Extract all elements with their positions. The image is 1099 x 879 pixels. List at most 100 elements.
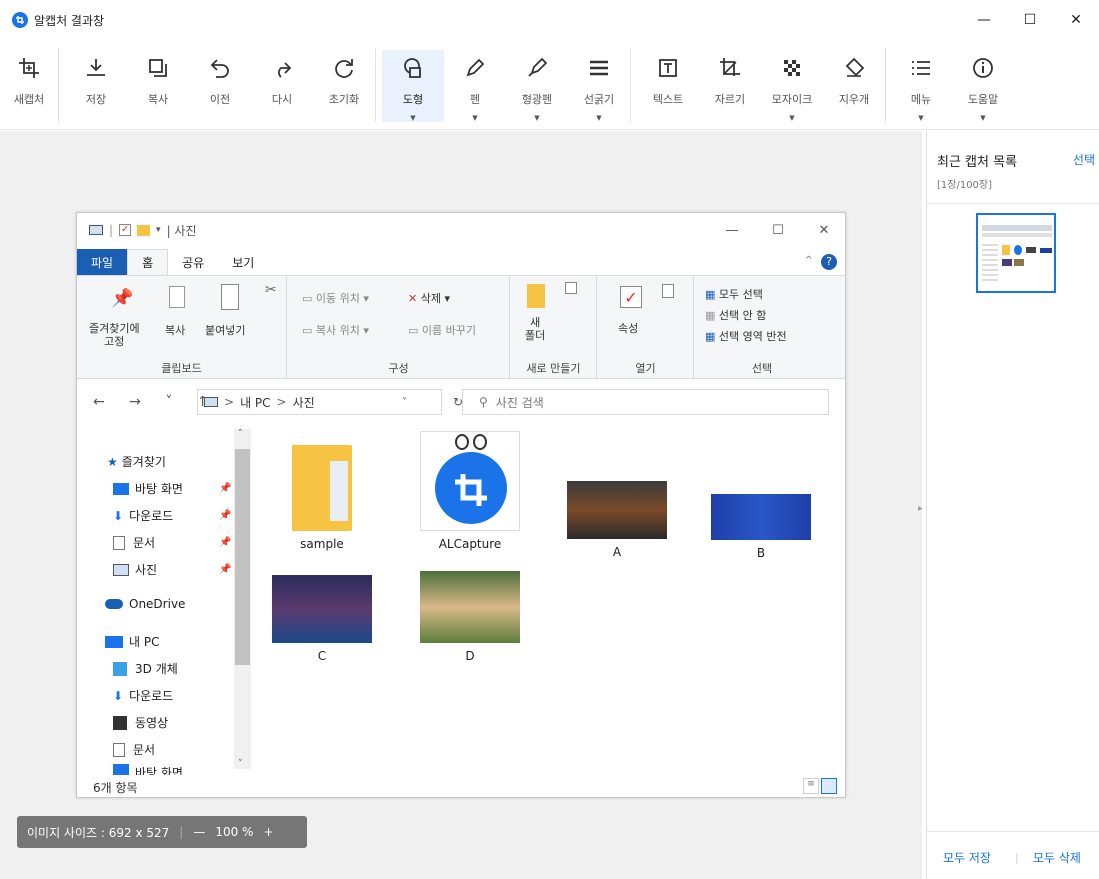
reset-label: 초기화 (328, 93, 360, 106)
new-capture-button[interactable]: 새캡처 (0, 50, 58, 122)
thumb-logo (1014, 245, 1022, 255)
pin-icon: 📌 (219, 483, 232, 494)
path-sep-1: > (224, 395, 235, 409)
help-circle-icon: ? (821, 254, 837, 270)
recent-captures-panel: 최근 캡처 목록 선택 [1장/100장] 모두 저장 | 모두 삭제 (926, 131, 1099, 879)
copy-icon (144, 54, 172, 82)
nav-documents-label: 문서 (133, 536, 156, 550)
mosaic-tool-button[interactable]: 모자이크 ▼ (761, 50, 823, 122)
menu-label: 메뉴 (910, 93, 932, 106)
eraser-label: 지우개 (838, 93, 870, 106)
cube-icon (113, 661, 127, 676)
scroll-down-icon: ˅ (238, 759, 243, 769)
logo-eye-left (455, 434, 469, 450)
save-all-button[interactable]: 모두 저장 (943, 849, 991, 866)
zoom-level: 100 % (215, 825, 254, 839)
nav-videos-label: 동영상 (135, 716, 169, 730)
new-folder-icon (527, 284, 545, 308)
capture-count: [1장/100장] (937, 180, 993, 191)
nav-desktop-pc-label: 바탕 화면 (135, 766, 183, 775)
recent-captures-title: 최근 캡처 목록 (937, 155, 1018, 170)
chevron-down-icon: ▼ (472, 114, 478, 122)
zoom-in-button[interactable]: + (263, 825, 273, 839)
separator: | (179, 825, 184, 839)
nav-documents-pc-label: 문서 (133, 743, 156, 757)
clipboard-group-label: 클립보드 (161, 362, 202, 375)
divider: | (109, 223, 114, 237)
copy-to-text: 복사 위치 (315, 324, 360, 337)
copy-label: 복사 (165, 324, 186, 337)
explorer-nav-pane: ★ 즐겨찾기 바탕 화면 📌 ⬇ 다운로드 📌 문서 📌 사진 📌 OneDrive 내 P… (77, 425, 252, 775)
chevron-down-icon: ▼ (980, 114, 986, 122)
dropdown-icon: ▾ (156, 225, 161, 235)
recent-capture-thumbnail[interactable] (976, 213, 1056, 293)
select-all-text: 모두 선택 (718, 288, 763, 301)
pen-tool-button[interactable]: 펜 ▼ (444, 50, 506, 122)
nav-downloads: ⬇ 다운로드 📌 (113, 507, 231, 524)
maximize-button[interactable]: ☐ (1007, 0, 1053, 40)
reset-button[interactable]: 초기화 (313, 50, 375, 122)
undo-button[interactable]: 이전 (189, 50, 251, 122)
rename-label: ▭ 이름 바꾸기 (408, 324, 476, 337)
monitor-icon (105, 635, 123, 648)
new-item-icon (565, 282, 577, 294)
help-button[interactable]: 도움말 ▼ (952, 50, 1014, 122)
menu-button[interactable]: 메뉴 ▼ (890, 50, 952, 122)
pin-icon: 📌 (219, 510, 232, 521)
file-name: B (756, 546, 766, 560)
tab-share: 공유 (182, 255, 205, 270)
thumb-image (1026, 247, 1036, 253)
file-item: C (267, 575, 377, 663)
divider (927, 203, 1099, 204)
tab-home: 홈 (127, 249, 169, 275)
text-label: 텍스트 (652, 93, 684, 106)
close-button[interactable]: ✕ (1053, 0, 1099, 40)
toolbar: 새캡처 저장 복사 이전 다시 초기화 도형 ▼ 펜 ▼ 형광펜 ▼ 선굵기 ▼… (0, 40, 1099, 130)
search-placeholder: 사진 검색 (495, 395, 544, 410)
separator: | (1015, 851, 1019, 864)
captured-image[interactable]: | ✓ ▾ | 사진 — ☐ ✕ 파일 홈 공유 보기 ^ ? 📌 즐겨찾기에 … (76, 212, 846, 798)
highlighter-tool-button[interactable]: 형광펜 ▼ (506, 50, 568, 122)
file-item: B (706, 494, 816, 560)
redo-icon (268, 54, 296, 82)
scissors-icon: ✂ (265, 282, 277, 298)
ribbon-collapse-icon: ^ (804, 255, 813, 266)
nav-downloads-pc-label: 다운로드 (129, 689, 174, 703)
nav-downloads-label: 다운로드 (129, 509, 174, 523)
explorer-maximize-button: ☐ (772, 222, 784, 238)
app-title: 알캡처 결과창 (34, 13, 105, 28)
crop-tool-button[interactable]: 자르기 (699, 50, 761, 122)
minimize-button[interactable]: — (961, 0, 1007, 40)
panel-collapse-handle[interactable]: ▶ (918, 505, 923, 512)
refresh-icon (330, 54, 358, 82)
thumb-folder (1002, 245, 1010, 255)
eraser-tool-button[interactable]: 지우개 (823, 50, 885, 122)
logo-eye-right (473, 434, 487, 450)
select-link[interactable]: 선택 (1073, 151, 1095, 168)
download-arrow-icon: ⬇ (113, 508, 124, 523)
redo-label: 다시 (271, 93, 293, 106)
redo-button[interactable]: 다시 (251, 50, 313, 122)
shape-tool-button[interactable]: 도형 ▼ (382, 50, 444, 122)
zoom-out-button[interactable]: — (193, 825, 205, 839)
view-toggle-icons: ≡ (803, 778, 837, 794)
pin-icon: 📌 (219, 537, 232, 548)
text-tool-button[interactable]: 텍스트 (637, 50, 699, 122)
save-button[interactable]: 저장 (65, 50, 127, 122)
delete-all-button[interactable]: 모두 삭제 (1033, 849, 1081, 866)
clipboard-icon (221, 284, 239, 310)
folder-large-icon (292, 445, 352, 531)
pictures-icon (113, 563, 129, 576)
new-group-label: 새로 만들기 (526, 362, 581, 375)
address-box: > 내 PC > 사진 ˅ ↻ (197, 389, 463, 415)
nav-desktop-pc: 바탕 화면 (113, 764, 183, 775)
select-none-label: ▦ 선택 안 함 (705, 307, 766, 323)
line-width-button[interactable]: 선굵기 ▼ (568, 50, 630, 122)
copy-button[interactable]: 복사 (127, 50, 189, 122)
highlighter-icon (523, 54, 551, 82)
explorer-search-box: ⚲ 사진 검색 (462, 389, 829, 415)
nav-this-pc: 내 PC (105, 633, 159, 650)
thumb-image (1002, 259, 1012, 266)
thumb-ribbon (982, 225, 1052, 231)
thumb-image (1040, 248, 1052, 253)
